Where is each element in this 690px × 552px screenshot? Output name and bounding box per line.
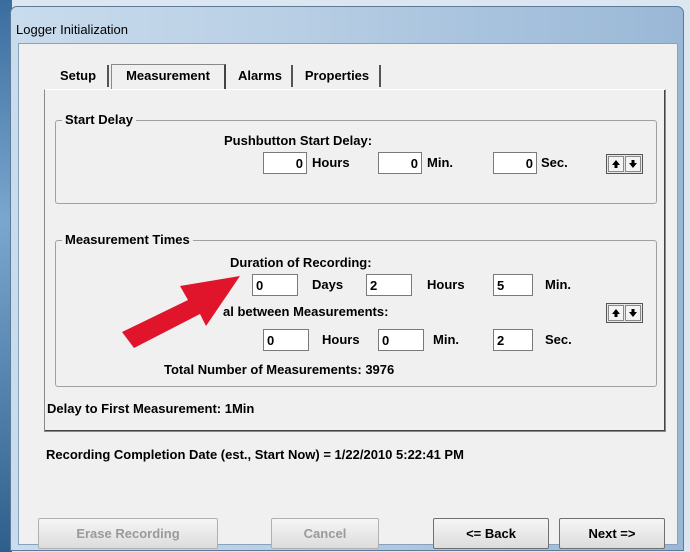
down-arrow-icon[interactable] xyxy=(625,305,641,321)
start-delay-hours-field[interactable]: 0 xyxy=(263,152,307,174)
logger-initialization-window: Logger Initialization Setup Measurement … xyxy=(10,6,684,551)
duration-days-field[interactable]: 0 xyxy=(252,274,298,296)
start-delay-min-field[interactable]: 0 xyxy=(378,152,422,174)
dialog-client-area: Setup Measurement Alarms Properties Star… xyxy=(18,43,678,549)
start-delay-sec-field[interactable]: 0 xyxy=(493,152,537,174)
measurement-times-spinner[interactable] xyxy=(606,303,643,323)
red-annotation-arrow xyxy=(122,276,240,348)
measurement-times-legend: Measurement Times xyxy=(62,232,193,247)
interval-hours-unit: Hours xyxy=(322,332,360,347)
start-delay-group: Start Delay Pushbutton Start Delay: 0 Ho… xyxy=(55,112,657,204)
cancel-button[interactable]: Cancel xyxy=(271,518,379,549)
total-measurements-label: Total Number of Measurements: xyxy=(164,362,362,377)
start-delay-spinner[interactable] xyxy=(606,154,643,174)
tab-measurement[interactable]: Measurement xyxy=(111,64,226,89)
total-measurements-value: 3976 xyxy=(365,362,395,377)
back-button[interactable]: <= Back xyxy=(433,518,549,549)
tab-properties[interactable]: Properties xyxy=(295,65,381,87)
start-delay-min-unit: Min. xyxy=(427,155,453,170)
down-arrow-icon[interactable] xyxy=(625,156,641,172)
interval-min-field[interactable]: 0 xyxy=(378,329,424,351)
recording-completion-date: Recording Completion Date (est., Start N… xyxy=(46,447,464,462)
next-button[interactable]: Next => xyxy=(559,518,665,549)
total-measurements-text: Total Number of Measurements: 3976 xyxy=(164,362,394,377)
interval-sec-field[interactable]: 2 xyxy=(493,329,533,351)
start-delay-sec-unit: Sec. xyxy=(541,155,568,170)
duration-days-unit: Days xyxy=(312,277,344,292)
start-delay-hours-unit: Hours xyxy=(312,155,350,170)
interval-min-unit: Min. xyxy=(433,332,459,347)
interval-hours-field[interactable]: 0 xyxy=(263,329,309,351)
up-arrow-icon[interactable] xyxy=(608,305,624,321)
title-bar[interactable]: Logger Initialization xyxy=(11,7,683,43)
delay-to-first-measurement: Delay to First Measurement: 1Min xyxy=(47,401,255,416)
tab-alarms[interactable]: Alarms xyxy=(229,65,293,87)
erase-recording-button[interactable]: Erase Recording xyxy=(38,518,218,549)
duration-min-field[interactable]: 5 xyxy=(493,274,533,296)
start-delay-legend: Start Delay xyxy=(62,112,136,127)
window-title: Logger Initialization xyxy=(16,22,129,37)
up-arrow-icon[interactable] xyxy=(608,156,624,172)
pushbutton-start-delay-label: Pushbutton Start Delay: xyxy=(224,133,373,148)
measurement-tab-panel: Start Delay Pushbutton Start Delay: 0 Ho… xyxy=(44,89,666,432)
duration-hours-unit: Hours xyxy=(427,277,465,292)
duration-of-recording-label: Duration of Recording: xyxy=(230,255,372,270)
duration-min-unit: Min. xyxy=(545,277,571,292)
interval-sec-unit: Sec. xyxy=(545,332,572,347)
tab-setup[interactable]: Setup xyxy=(49,65,109,87)
duration-hours-field[interactable]: 2 xyxy=(366,274,412,296)
